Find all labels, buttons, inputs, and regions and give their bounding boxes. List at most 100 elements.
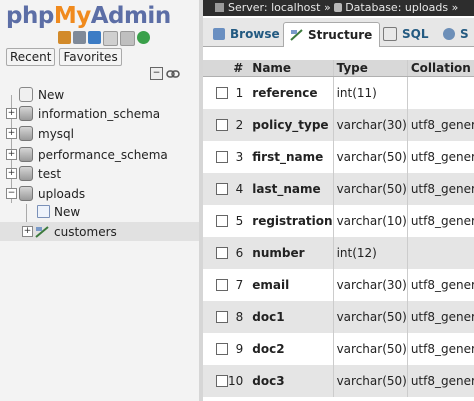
expand-icon[interactable]: +	[6, 128, 17, 139]
header-number[interactable]: #	[228, 60, 249, 77]
browse-icon	[213, 28, 225, 40]
tree-item-information-schema[interactable]: + information_schema	[0, 104, 199, 123]
row-checkbox[interactable]	[216, 311, 228, 323]
recent-button[interactable]: Recent	[6, 48, 56, 66]
column-name: policy_type	[248, 109, 334, 141]
column-collation: utf8_general_ci	[406, 141, 474, 173]
table-row[interactable]: 8 doc1 varchar(50) utf8_general_ci	[203, 301, 474, 333]
row-checkbox[interactable]	[216, 375, 228, 387]
column-collation	[406, 76, 474, 109]
link-icon[interactable]	[166, 69, 180, 79]
tree-item-uploads[interactable]: − uploads	[0, 184, 199, 203]
row-number: 10	[228, 365, 249, 397]
column-name: doc1	[248, 301, 334, 333]
database-icon	[19, 106, 33, 121]
table-row[interactable]: 10 doc3 varchar(50) utf8_general_ci	[203, 365, 474, 397]
table-row[interactable]: 1 reference int(11)	[203, 76, 474, 109]
collapse-icon[interactable]: −	[6, 188, 17, 199]
row-checkbox[interactable]	[216, 343, 228, 355]
row-checkbox[interactable]	[216, 215, 228, 227]
navigation-panel: phpMyAdmin Recent Favorites − New + info…	[0, 0, 199, 401]
column-collation: utf8_general_ci	[406, 269, 474, 301]
row-checkbox[interactable]	[216, 151, 228, 163]
server-icon	[215, 3, 224, 12]
sql-icon	[383, 27, 397, 41]
table-row[interactable]: 3 first_name varchar(50) utf8_general_ci	[203, 141, 474, 173]
row-checkbox[interactable]	[216, 87, 228, 99]
logo-admin-text: Admin	[90, 3, 172, 29]
favorites-button[interactable]: Favorites	[59, 48, 122, 66]
row-checkbox[interactable]	[216, 279, 228, 291]
tab-label: S	[460, 27, 469, 41]
tree-item-customers[interactable]: + customers	[0, 222, 199, 241]
breadcrumb-separator: »	[451, 1, 459, 14]
tree-item-label[interactable]: New	[38, 88, 64, 102]
breadcrumb-database[interactable]: Database: uploads	[345, 1, 448, 14]
new-table-icon	[37, 205, 50, 218]
row-checkbox[interactable]	[216, 247, 228, 259]
row-number: 7	[228, 269, 249, 301]
expand-icon[interactable]: +	[6, 149, 17, 160]
column-type: varchar(50)	[332, 173, 408, 205]
docs-icon[interactable]	[103, 31, 118, 46]
column-name: doc3	[248, 365, 334, 397]
reload-icon[interactable]	[137, 31, 150, 44]
expand-icon[interactable]: +	[22, 226, 33, 237]
breadcrumb-server[interactable]: Server: localhost	[228, 1, 320, 14]
table-row[interactable]: 7 email varchar(30) utf8_general_ci	[203, 269, 474, 301]
tree-item-label[interactable]: test	[38, 167, 61, 181]
header-name[interactable]: Name	[248, 60, 334, 77]
database-icon	[334, 3, 343, 12]
expand-icon[interactable]: +	[6, 168, 17, 179]
tree-item-label[interactable]: customers	[54, 225, 117, 239]
table-row[interactable]: 4 last_name varchar(50) utf8_general_ci	[203, 173, 474, 205]
database-icon	[19, 147, 33, 162]
column-name: first_name	[248, 141, 334, 173]
row-checkbox[interactable]	[216, 119, 228, 131]
table-header-row: # Name Type Collation	[203, 60, 474, 77]
tab-label: Structure	[308, 28, 373, 42]
home-icon[interactable]	[58, 31, 71, 44]
tree-item-new[interactable]: New	[0, 85, 199, 104]
tree-item-label[interactable]: uploads	[38, 187, 85, 201]
column-collation: utf8_general_ci	[406, 109, 474, 141]
new-database-icon	[19, 87, 33, 102]
structure-icon	[35, 225, 49, 238]
help-icon[interactable]	[88, 31, 101, 44]
table-row[interactable]: 2 policy_type varchar(30) utf8_general_c…	[203, 109, 474, 141]
tree-item-label[interactable]: performance_schema	[38, 148, 168, 162]
column-collation: utf8_general_ci	[406, 173, 474, 205]
column-type: varchar(50)	[332, 301, 408, 333]
tree-item-label[interactable]: New	[54, 205, 80, 219]
logo-my-text: My	[53, 3, 91, 29]
table-row[interactable]: 9 doc2 varchar(50) utf8_general_ci	[203, 333, 474, 365]
collapse-all-icon[interactable]: −	[150, 67, 163, 80]
tree-item-test[interactable]: + test	[0, 164, 199, 183]
column-type: varchar(10)	[332, 205, 408, 237]
phpmyadmin-logo[interactable]: phpMyAdmin	[6, 3, 171, 29]
row-checkbox[interactable]	[216, 183, 228, 195]
header-type[interactable]: Type	[332, 60, 408, 77]
tree-item-performance-schema[interactable]: + performance_schema	[0, 145, 199, 164]
tree-item-label[interactable]: mysql	[38, 127, 74, 141]
database-icon	[19, 166, 33, 181]
table-row[interactable]: 6 number int(12)	[203, 237, 474, 269]
expand-icon[interactable]: +	[6, 108, 17, 119]
tab-search[interactable]: S	[443, 22, 469, 46]
tab-structure[interactable]: Structure	[283, 22, 381, 47]
tab-bar: Browse Structure SQL S	[203, 18, 474, 47]
row-number: 1	[228, 76, 249, 109]
column-name: reference	[248, 76, 334, 109]
tab-browse[interactable]: Browse	[213, 22, 280, 46]
tree-item-label[interactable]: information_schema	[38, 107, 160, 121]
table-row[interactable]: 5 registration varchar(10) utf8_general_…	[203, 205, 474, 237]
header-collation[interactable]: Collation	[406, 60, 474, 77]
row-number: 5	[228, 205, 249, 237]
column-name: last_name	[248, 173, 334, 205]
settings-icon[interactable]	[120, 31, 135, 46]
search-icon	[443, 28, 455, 40]
tree-item-new-table[interactable]: New	[0, 202, 199, 221]
logout-icon[interactable]	[73, 31, 86, 44]
tree-item-mysql[interactable]: + mysql	[0, 124, 199, 143]
tab-sql[interactable]: SQL	[383, 22, 429, 46]
